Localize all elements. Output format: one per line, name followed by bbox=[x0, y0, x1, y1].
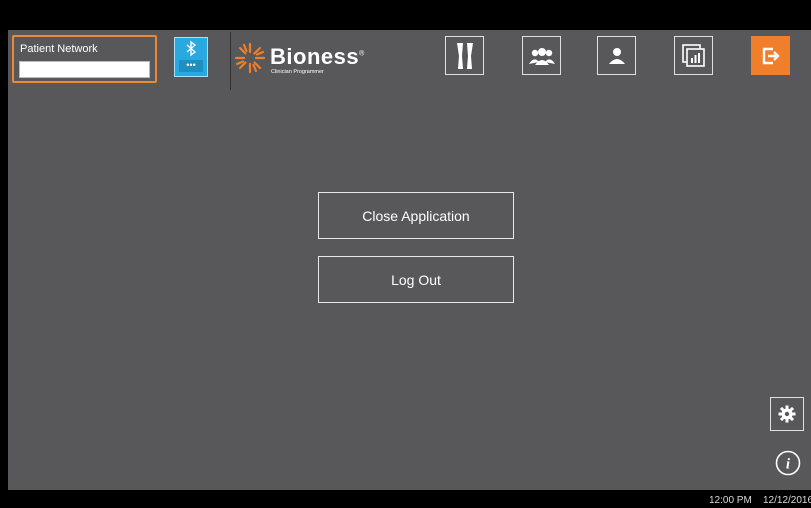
gear-icon bbox=[778, 405, 796, 423]
status-date: 12/12/2016 bbox=[763, 495, 811, 506]
brand-subtitle: Clinician Programmer bbox=[271, 69, 324, 75]
patient-network-panel: Patient Network bbox=[12, 35, 157, 83]
user-button[interactable] bbox=[597, 36, 636, 75]
info-button[interactable]: i bbox=[775, 450, 801, 476]
header-divider bbox=[230, 32, 231, 90]
log-out-button[interactable]: Log Out bbox=[318, 256, 514, 303]
sunburst-logo-icon bbox=[234, 42, 266, 74]
bluetooth-status[interactable]: ••• bbox=[174, 37, 208, 77]
exit-button[interactable] bbox=[751, 36, 790, 75]
bioness-logo: Bioness® Clinician Programmer bbox=[233, 38, 383, 78]
exit-icon bbox=[762, 47, 780, 64]
patient-network-label: Patient Network bbox=[20, 43, 98, 55]
reports-icon bbox=[681, 43, 705, 67]
svg-text:i: i bbox=[786, 457, 791, 473]
info-icon: i bbox=[775, 450, 801, 476]
settings-button[interactable] bbox=[770, 397, 804, 431]
brand-name: Bioness® bbox=[270, 44, 365, 69]
connection-dots: ••• bbox=[179, 60, 203, 72]
reports-button[interactable] bbox=[674, 36, 713, 75]
close-application-button[interactable]: Close Application bbox=[318, 192, 514, 239]
patient-network-input[interactable] bbox=[19, 61, 150, 78]
legs-icon bbox=[456, 42, 473, 69]
group-icon bbox=[528, 47, 555, 65]
bluetooth-icon bbox=[186, 40, 197, 57]
user-icon bbox=[608, 47, 625, 64]
legs-button[interactable] bbox=[445, 36, 484, 75]
app-window: Patient Network ••• Bioness® Clinician P… bbox=[8, 30, 811, 490]
patients-button[interactable] bbox=[522, 36, 561, 75]
status-time: 12:00 PM bbox=[709, 495, 752, 506]
status-bar: 12:00 PM 12/12/2016 bbox=[0, 490, 811, 508]
